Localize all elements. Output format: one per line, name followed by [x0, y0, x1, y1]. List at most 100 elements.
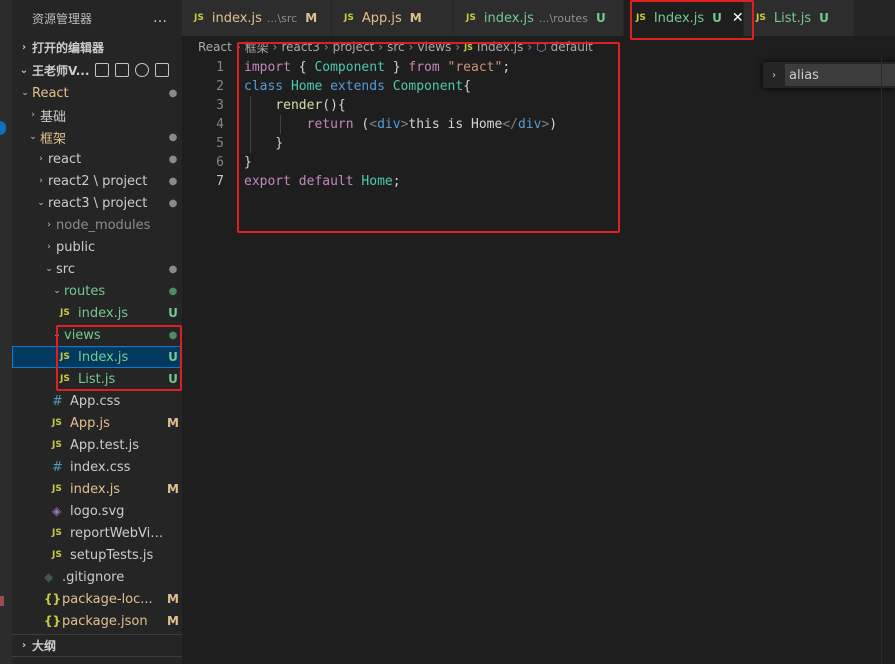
tree-item[interactable]: {} package.json M — [12, 610, 182, 632]
tree-item[interactable]: ⌄ React ● — [12, 82, 182, 104]
css-file-icon: # — [52, 393, 63, 409]
tree-item[interactable]: ⌄ src ● — [12, 258, 182, 280]
code-token: </ — [502, 117, 518, 132]
git-status-badge: M — [167, 592, 179, 606]
tree-item[interactable]: › react ● — [12, 148, 182, 170]
tree-item-label: routes — [64, 283, 106, 299]
tree-item[interactable]: JS App.js M — [12, 412, 182, 434]
tree-item-label: react2 \ project — [48, 173, 148, 189]
tree-item[interactable]: ◈ logo.svg — [12, 500, 182, 522]
tree-item[interactable]: › node_modules — [12, 214, 182, 236]
tree-item-label: .gitignore — [62, 569, 125, 585]
tree-item[interactable]: ⌄ react3 \ project ● — [12, 192, 182, 214]
tree-item[interactable]: # index.css — [12, 456, 182, 478]
git-status-badge: M — [167, 482, 179, 496]
tree-item[interactable]: ⌄ views ● — [12, 324, 182, 346]
js-file-icon: JS — [194, 13, 204, 23]
explorer-title: 资源管理器 — [32, 11, 93, 26]
collapse-all-icon[interactable] — [155, 63, 170, 77]
tree-item[interactable]: ⌄ routes ● — [12, 280, 182, 302]
line-number: 6 — [216, 155, 224, 170]
tab-status-badge: M — [409, 11, 422, 25]
code-token: < — [369, 117, 378, 132]
chevron-down-icon: ⌄ — [53, 286, 61, 296]
js-file-icon: JS — [52, 528, 62, 538]
tree-item[interactable]: JS App.test.js — [12, 434, 182, 456]
tree-item[interactable]: ◆ .gitignore — [12, 566, 182, 588]
tree-item[interactable]: JS index.js U — [12, 302, 182, 324]
breadcrumb-item[interactable]: react3 — [281, 40, 319, 54]
search-widget: › alias — [763, 62, 895, 88]
code-editor[interactable]: 1 import { Component } from "react"; 2 clas… — [182, 58, 895, 664]
tree-item[interactable]: JS List.js U — [12, 368, 182, 390]
tree-item[interactable]: JS index.js M — [12, 478, 182, 500]
file-tree: ⌄ React ● › 基础 ⌄ 框架 ● › react ● › react2 \ project ● ⌄… — [12, 82, 182, 632]
code-text: import { Component } from "react"; — [230, 60, 510, 75]
js-file-icon: JS — [464, 42, 473, 52]
chevron-right-icon[interactable]: › — [763, 70, 785, 81]
git-status-badge: ● — [168, 285, 178, 297]
tree-item-label: reportWebVitals.js — [70, 525, 164, 541]
breadcrumb-item[interactable]: React — [198, 40, 232, 54]
new-file-icon[interactable] — [95, 63, 110, 77]
breadcrumb: React › 框架 › react3 › project › src › views › JS Inde… — [182, 36, 895, 58]
tree-item[interactable]: › public — [12, 236, 182, 258]
editor-tab[interactable]: JS index.js ...\routes U — [454, 0, 624, 36]
indent-guide — [250, 96, 251, 153]
breadcrumb-item[interactable]: views — [417, 40, 451, 54]
editor-tab[interactable]: JS List.js U — [744, 0, 854, 36]
tree-item[interactable]: › react2 \ project ● — [12, 170, 182, 192]
breadcrumb-item[interactable]: 框架 — [245, 39, 269, 56]
tree-item-label: src — [56, 261, 75, 277]
line-number: 3 — [216, 98, 224, 113]
code-token: from — [408, 60, 440, 75]
tree-item[interactable]: JS setupTests.js — [12, 544, 182, 566]
more-actions-icon[interactable]: … — [153, 10, 168, 26]
code-token: { — [463, 79, 472, 94]
line-number: 2 — [216, 79, 224, 94]
timeline-section[interactable] — [12, 656, 182, 664]
open-editors-section[interactable]: › 打开的编辑器 — [12, 36, 182, 58]
workspace-actions — [95, 63, 170, 77]
code-token: Home — [361, 174, 393, 189]
tab-label: Index.js — [653, 10, 705, 26]
code-token: ; — [502, 60, 511, 75]
tree-item-label: setupTests.js — [70, 547, 154, 563]
breadcrumb-item[interactable]: project — [333, 40, 375, 54]
code-line: 4 return (<div>this is Home</div>) — [182, 115, 895, 134]
outline-section[interactable]: › 大纲 — [12, 634, 182, 656]
tab-status-badge: U — [595, 11, 606, 25]
chevron-right-icon: › — [39, 176, 43, 186]
tab-status-badge: U — [819, 11, 829, 25]
tree-item[interactable]: # App.css — [12, 390, 182, 412]
line-number: 4 — [216, 117, 224, 132]
tree-item[interactable]: JS Index.js U — [12, 346, 182, 368]
code-text: } — [230, 136, 283, 151]
tree-item-label: List.js — [78, 371, 116, 387]
editor-tab[interactable]: JS Index.js U ✕ — [624, 0, 744, 36]
js-file-icon: JS — [466, 13, 476, 23]
tab-label: List.js — [773, 10, 812, 26]
close-icon[interactable]: ✕ — [732, 10, 744, 26]
new-folder-icon[interactable] — [115, 63, 130, 77]
tree-item[interactable]: JS reportWebVitals.js — [12, 522, 182, 544]
refresh-icon[interactable] — [135, 63, 150, 77]
workspace-section[interactable]: ⌄ 王老师V... — [12, 58, 182, 82]
editor-tab[interactable]: JS index.js ...\src M — [182, 0, 332, 36]
activity-indicator-2 — [0, 596, 4, 606]
editor-tab[interactable]: JS App.js M — [332, 0, 454, 36]
workspace-label: 王老师V... — [32, 63, 90, 78]
tree-item[interactable]: {} package-loc... M — [12, 588, 182, 610]
search-input[interactable]: alias — [785, 64, 895, 86]
js-file-icon: JS — [52, 484, 62, 494]
tree-item[interactable]: ⌄ 框架 ● — [12, 126, 182, 148]
breadcrumb-item[interactable]: default — [551, 40, 593, 54]
breadcrumb-item[interactable]: Index.js — [477, 40, 523, 54]
tab-description: ...\src — [266, 11, 298, 25]
editor-scrollbar[interactable] — [881, 58, 895, 664]
tree-item[interactable]: › 基础 — [12, 104, 182, 126]
breadcrumb-item[interactable]: src — [387, 40, 405, 54]
